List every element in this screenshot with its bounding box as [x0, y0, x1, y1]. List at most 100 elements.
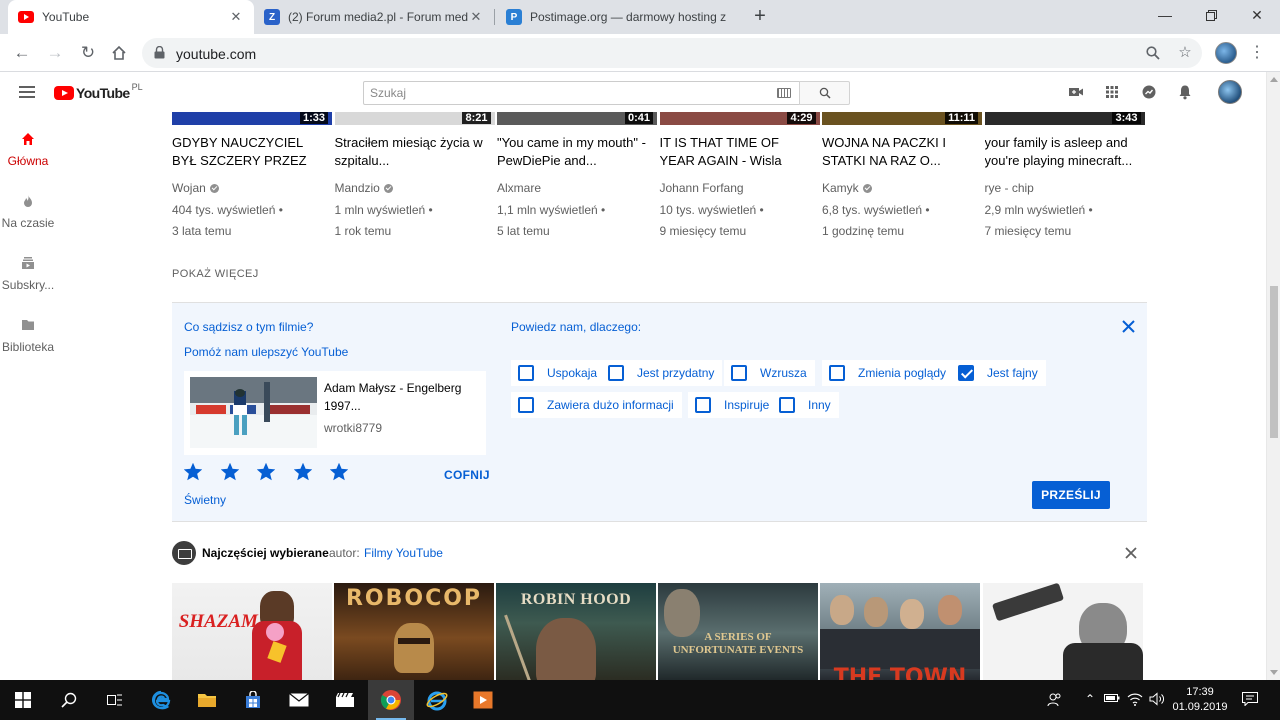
reason-option[interactable]: Uspokaja	[511, 360, 606, 386]
zoom-search-icon[interactable]	[1144, 44, 1162, 62]
reason-option[interactable]: Zmienia poglądy	[822, 360, 955, 386]
people-icon[interactable]	[1047, 692, 1063, 708]
video-title[interactable]: your family is asleep and you're playing…	[985, 134, 1135, 170]
forward-icon[interactable]: →	[43, 42, 67, 64]
youtube-logo[interactable]: YouTube PL	[54, 82, 143, 101]
survey-video-card[interactable]: Adam Małysz - Engelberg 1997... wrotki87…	[184, 371, 486, 455]
edge-icon[interactable]	[138, 680, 184, 720]
media-player-icon[interactable]	[460, 680, 506, 720]
movie-poster[interactable]: SHAZAM!	[172, 583, 332, 683]
taskbar-search-icon[interactable]	[46, 680, 92, 720]
survey-help-link[interactable]: Pomóż nam ulepszyć YouTube	[184, 345, 348, 359]
volume-icon[interactable]	[1149, 692, 1165, 708]
guide-item-subscriptions[interactable]: Subskry...	[0, 256, 56, 292]
video-channel[interactable]: Kamyk	[822, 181, 859, 195]
checkbox[interactable]	[518, 365, 534, 381]
restore-icon[interactable]	[1188, 0, 1234, 30]
reason-option[interactable]: Wzrusza	[724, 360, 815, 386]
reason-option[interactable]: Jest fajny	[951, 360, 1046, 386]
dismiss-survey-icon[interactable]	[1122, 320, 1135, 333]
rating-star-icon[interactable]	[220, 463, 239, 481]
video-channel[interactable]: Wojan	[172, 181, 206, 195]
search-input[interactable]	[364, 82, 764, 104]
checkbox[interactable]	[779, 397, 795, 413]
video-title[interactable]: IT IS THAT TIME OF YEAR AGAIN - Wisla 20…	[660, 134, 810, 170]
video-title[interactable]: "You came in my mouth" - PewDiePie and..…	[497, 134, 647, 170]
scroll-up-icon[interactable]	[1270, 77, 1278, 82]
reason-option[interactable]: Zawiera dużo informacji	[511, 392, 682, 418]
reason-option[interactable]: Jest przydatny	[601, 360, 723, 386]
store-icon[interactable]	[230, 680, 276, 720]
internet-explorer-icon[interactable]	[414, 680, 460, 720]
close-tab-icon[interactable]: ✕	[228, 9, 244, 25]
show-hidden-icons[interactable]: ⌃	[1082, 692, 1098, 708]
reason-option[interactable]: Inny	[772, 392, 839, 418]
dismiss-shelf-icon[interactable]	[1125, 547, 1137, 559]
create-video-icon[interactable]	[1068, 84, 1084, 100]
messages-icon[interactable]	[1141, 84, 1157, 100]
battery-icon[interactable]	[1104, 692, 1120, 708]
undo-button[interactable]: COFNIJ	[444, 468, 490, 482]
apps-icon[interactable]	[1104, 84, 1120, 100]
task-view-icon[interactable]	[92, 680, 138, 720]
reason-option[interactable]: Inspiruje	[688, 392, 778, 418]
account-avatar[interactable]	[1218, 80, 1242, 104]
submit-button[interactable]: PRZEŚLIJ	[1032, 481, 1110, 509]
video-thumbnail[interactable]: 4:29	[659, 112, 820, 125]
browser-menu-icon[interactable]: ⋮	[1249, 40, 1265, 66]
guide-item-home[interactable]: Główna	[0, 132, 56, 168]
checkbox[interactable]	[518, 397, 534, 413]
shelf-author-link[interactable]: Filmy YouTube	[364, 546, 443, 560]
checkbox[interactable]	[608, 365, 624, 381]
home-button-icon[interactable]	[107, 42, 131, 64]
movie-poster[interactable]: A SERIES OF UNFORTUNATE EVENTS	[658, 583, 818, 683]
search-button[interactable]	[799, 81, 850, 105]
tab-forum-media2[interactable]: Z (2) Forum media2.pl - Forum media2 ✕	[254, 0, 494, 34]
tab-postimage[interactable]: P Postimage.org — darmowy hosting zdjęć	[496, 0, 736, 34]
rating-star-icon[interactable]	[184, 463, 202, 481]
shelf-title[interactable]: Najczęściej wybierane	[202, 546, 329, 560]
video-title[interactable]: Straciłem miesiąc życia w szpitalu...	[335, 134, 485, 170]
video-channel[interactable]: rye - chip	[985, 181, 1034, 195]
page-scrollbar[interactable]	[1266, 72, 1280, 680]
movie-poster[interactable]: ROBOCOP	[334, 583, 494, 683]
tab-youtube[interactable]: YouTube ✕	[8, 0, 254, 34]
rating-star-icon[interactable]	[257, 463, 275, 481]
checkbox[interactable]	[829, 365, 845, 381]
new-tab-button[interactable]: +	[748, 5, 772, 29]
video-channel[interactable]: Johann Forfang	[660, 181, 744, 195]
movie-poster[interactable]	[983, 583, 1143, 683]
movie-poster[interactable]: ROBIN HOOD	[496, 583, 656, 683]
video-thumbnail[interactable]: 11:11	[822, 112, 982, 125]
bookmark-star-icon[interactable]: ☆	[1176, 44, 1194, 62]
checkbox[interactable]	[958, 365, 974, 381]
video-title[interactable]: WOJNA NA PACZKI I STATKI NA RAZ O...	[822, 134, 972, 170]
address-bar[interactable]: youtube.com ☆	[142, 38, 1202, 68]
scroll-down-icon[interactable]	[1270, 670, 1278, 675]
reload-icon[interactable]: ↻	[76, 42, 100, 64]
notifications-icon[interactable]	[1177, 84, 1193, 100]
rating-star-icon[interactable]	[330, 463, 348, 481]
start-icon[interactable]	[0, 680, 46, 720]
keyboard-icon[interactable]	[777, 88, 791, 98]
video-title[interactable]: GDYBY NAUCZYCIEL BYŁ SZCZERY PRZEZ JEDEN…	[172, 134, 322, 170]
checkbox[interactable]	[695, 397, 711, 413]
system-clock[interactable]: 17:39 01.09.2019	[1168, 685, 1232, 715]
rating-star-icon[interactable]	[293, 463, 312, 481]
action-center-icon[interactable]	[1242, 692, 1258, 708]
checkbox[interactable]	[731, 365, 747, 381]
scroll-thumb[interactable]	[1270, 286, 1278, 438]
video-thumbnail[interactable]: 0:41	[497, 112, 657, 125]
close-window-icon[interactable]: ✕	[1234, 0, 1280, 30]
video-thumbnail[interactable]: 8:21	[334, 112, 495, 125]
survey-video-thumbnail[interactable]	[190, 377, 317, 448]
file-explorer-icon[interactable]	[184, 680, 230, 720]
back-icon[interactable]: ←	[10, 42, 34, 64]
movies-tv-icon[interactable]	[322, 680, 368, 720]
show-more-button[interactable]: POKAŻ WIĘCEJ	[172, 268, 259, 280]
chrome-icon[interactable]	[368, 680, 414, 720]
movies-channel-icon[interactable]	[172, 541, 196, 565]
menu-icon[interactable]	[19, 86, 35, 98]
close-tab-icon[interactable]: ✕	[468, 9, 484, 25]
browser-profile-avatar[interactable]	[1215, 42, 1237, 64]
